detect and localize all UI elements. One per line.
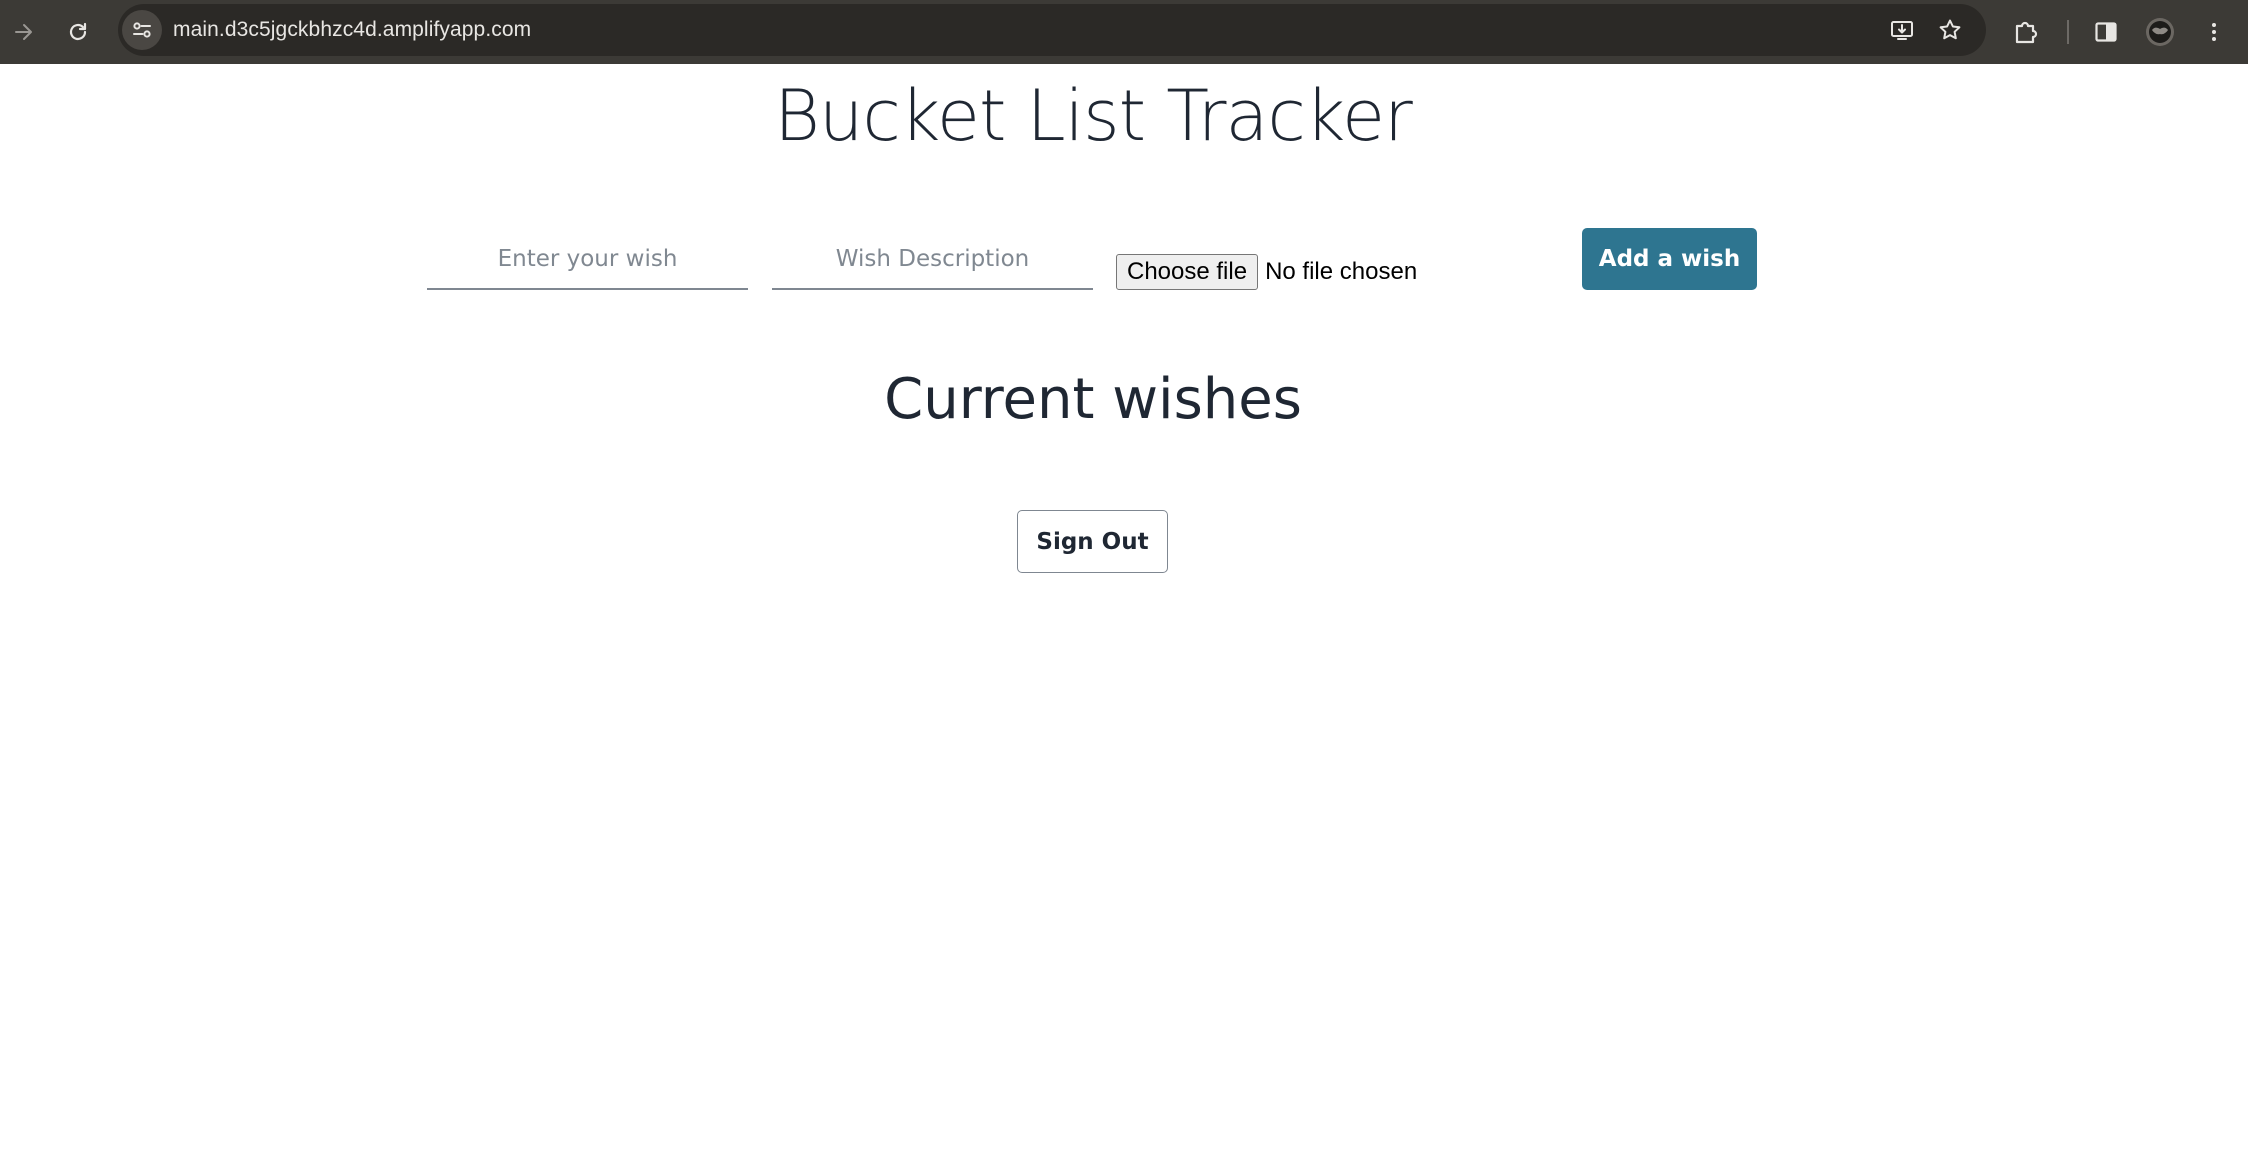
file-picker[interactable]: Choose file No file chosen xyxy=(1116,254,1417,290)
forward-arrow-icon xyxy=(15,24,32,40)
avatar xyxy=(2146,18,2174,46)
page-title: Bucket List Tracker xyxy=(774,75,1413,157)
star-icon xyxy=(1939,19,1961,40)
side-panel-button[interactable] xyxy=(2086,12,2126,52)
wishes-heading: Current wishes xyxy=(884,367,1302,432)
wish-name-input[interactable] xyxy=(427,230,748,290)
side-panel-icon xyxy=(2095,22,2117,42)
tune-icon xyxy=(133,22,151,38)
toolbar-divider xyxy=(2067,20,2069,44)
bookmark-button[interactable] xyxy=(1930,10,1970,50)
browser-menu-button[interactable] xyxy=(2194,12,2234,52)
add-wish-button[interactable]: Add a wish xyxy=(1582,228,1757,290)
url-text[interactable]: main.d3c5jgckbhzc4d.amplifyapp.com xyxy=(173,4,531,56)
profile-button[interactable] xyxy=(2140,12,2180,52)
reload-button[interactable] xyxy=(58,12,98,52)
forward-button[interactable] xyxy=(4,12,44,52)
sign-out-button[interactable]: Sign Out xyxy=(1017,510,1168,573)
puzzle-icon xyxy=(2015,21,2038,44)
file-status-text: No file chosen xyxy=(1265,258,1418,285)
extensions-button[interactable] xyxy=(2006,12,2046,52)
wish-description-input[interactable] xyxy=(772,230,1093,290)
site-info-button[interactable] xyxy=(122,10,162,50)
kebab-menu-icon xyxy=(2212,23,2216,41)
browser-toolbar: main.d3c5jgckbhzc4d.amplifyapp.com xyxy=(0,0,2248,64)
install-app-icon xyxy=(1891,21,1913,40)
choose-file-button[interactable]: Choose file xyxy=(1116,254,1259,290)
address-bar[interactable]: main.d3c5jgckbhzc4d.amplifyapp.com xyxy=(118,4,1986,56)
reload-icon xyxy=(69,22,87,41)
install-app-button[interactable] xyxy=(1882,10,1922,50)
